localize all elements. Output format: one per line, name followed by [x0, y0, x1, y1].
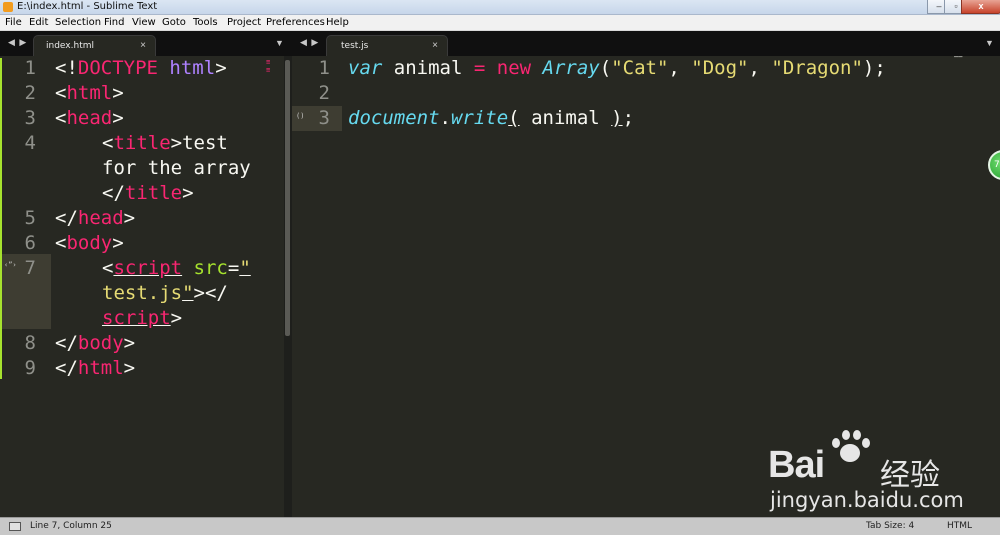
menu-selection[interactable]: Selection — [55, 17, 101, 28]
title-bar: E:\index.html - Sublime Text – ▫ x — [0, 0, 1000, 15]
sublime-app-icon — [3, 2, 13, 12]
cursor-position: Line 7, Column 25 — [30, 521, 112, 531]
code-line-6: <body> — [55, 232, 124, 254]
left-pane-dropdown-icon[interactable]: ▼ — [275, 38, 284, 48]
line-number: 6 — [24, 232, 36, 254]
code-line-4c: </title> — [102, 182, 194, 204]
menu-file[interactable]: File — [5, 17, 22, 28]
line-number: 4 — [24, 132, 36, 154]
code-line-7c: script> — [102, 307, 183, 329]
line-number: 8 — [24, 332, 36, 354]
menu-bar: File Edit Selection Find View Goto Tools… — [0, 15, 1000, 31]
panel-toggle-icon[interactable] — [9, 522, 21, 531]
code-line-9: </html> — [55, 357, 136, 379]
minimap-preview: ▬▬ — [954, 56, 963, 60]
code-line-1: var animal = new Array("Cat", "Dog", "Dr… — [348, 57, 886, 79]
line-number: 2 — [24, 82, 36, 104]
line-number: 2 — [318, 82, 330, 104]
tab-size[interactable]: Tab Size: 4 — [866, 521, 914, 531]
line-number: 5 — [24, 207, 36, 229]
window-title: E:\index.html - Sublime Text — [17, 1, 158, 12]
menu-tools[interactable]: Tools — [193, 17, 218, 28]
syntax-mode[interactable]: HTML — [947, 521, 972, 531]
tab-test-js[interactable]: test.js × — [326, 35, 448, 56]
tab-test-js-label: test.js — [341, 41, 369, 51]
code-line-2: <html> — [55, 82, 124, 104]
code-line-7a: <script src=" — [102, 257, 251, 279]
line-number: 1 — [318, 57, 330, 79]
line-number: 9 — [24, 357, 36, 379]
right-pane-dropdown-icon[interactable]: ▼ — [985, 38, 994, 48]
tab-strip: ◀ ▶ index.html × ▼ ◀ ▶ test.js × ▼ — [0, 31, 1000, 56]
code-line-4b: for the array — [102, 157, 251, 179]
tab-index-html[interactable]: index.html × — [33, 35, 156, 56]
status-bar: Line 7, Column 25 Tab Size: 4 HTML — [0, 517, 1000, 535]
line-number: 1 — [24, 57, 36, 79]
watermark-url: jingyan.baidu.com — [770, 488, 964, 512]
menu-preferences[interactable]: Preferences — [266, 17, 325, 28]
left-pane-nav-arrows-icon[interactable]: ◀ ▶ — [8, 37, 27, 48]
code-line-3: <head> — [55, 107, 124, 129]
baidu-paw-logo-icon — [830, 430, 870, 466]
baidu-jingyan-watermark: Bai 经验 jingyan.baidu.com — [768, 430, 988, 512]
tab-test-js-close-icon[interactable]: × — [432, 40, 438, 51]
code-line-7b: test.js"></ — [102, 282, 228, 304]
menu-project[interactable]: Project — [227, 17, 261, 28]
modified-gutter-bar — [0, 58, 2, 379]
close-window-button[interactable]: x — [961, 0, 1000, 14]
menu-view[interactable]: View — [132, 17, 156, 28]
editor-pane-index-html[interactable]: ≡ ≡ 1 <!DOCTYPE html> 2 <html> 3 <head> 4… — [0, 56, 284, 517]
menu-goto[interactable]: Goto — [162, 17, 186, 28]
tab-index-html-close-icon[interactable]: × — [140, 40, 146, 51]
left-pane-scrollbar[interactable] — [285, 60, 290, 336]
menu-find[interactable]: Find — [104, 17, 125, 28]
watermark-brand: Bai — [768, 444, 825, 486]
code-line-1: <!DOCTYPE html> — [55, 57, 227, 79]
code-line-3: document.write( animal ); — [348, 107, 635, 129]
code-line-5: </head> — [55, 207, 136, 229]
line-number: 3 — [24, 107, 36, 129]
right-pane-nav-arrows-icon[interactable]: ◀ ▶ — [300, 37, 319, 48]
code-line-8: </body> — [55, 332, 136, 354]
code-line-4a: <title>test — [102, 132, 228, 154]
tab-index-html-label: index.html — [46, 41, 94, 51]
line-number: 7 — [24, 257, 36, 279]
menu-help[interactable]: Help — [326, 17, 349, 28]
menu-edit[interactable]: Edit — [29, 17, 48, 28]
line-number: 3 — [318, 107, 330, 129]
bracket-match-gutter-icon: () — [296, 112, 305, 120]
minimap-preview: ≡ ≡ — [266, 58, 271, 74]
